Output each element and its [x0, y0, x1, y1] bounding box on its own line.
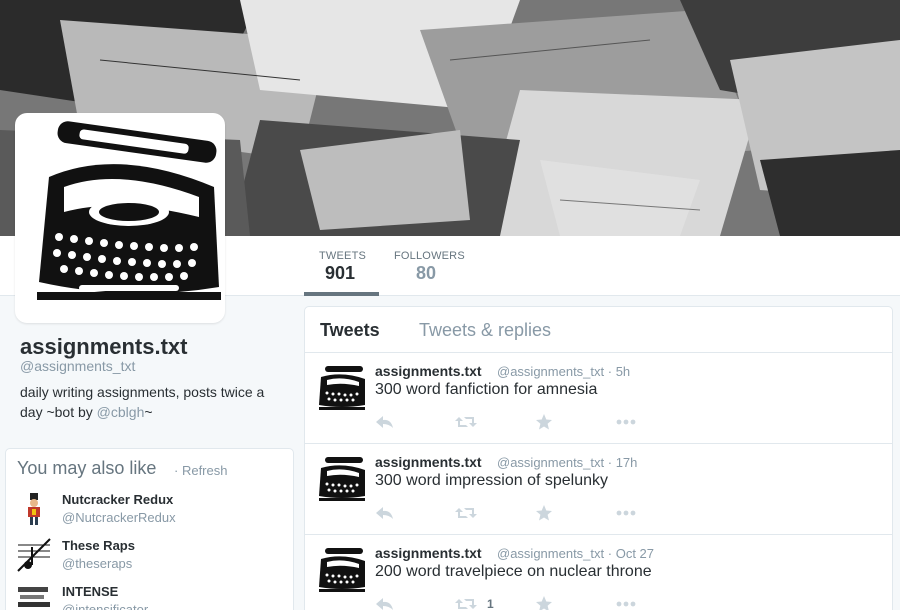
- wtf-account[interactable]: Nutcracker Redux @NutcrackerRedux: [16, 491, 286, 535]
- wtf-account-handle: @theseraps: [62, 556, 133, 571]
- wtf-account-name: These Raps: [62, 538, 135, 553]
- intense-avatar-icon: [16, 583, 52, 610]
- retweet-icon[interactable]: [455, 413, 477, 431]
- reply-icon[interactable]: [375, 413, 397, 431]
- typewriter-avatar-icon: [317, 454, 367, 504]
- tweet-author-handle[interactable]: @assignments_txt · 17h: [497, 455, 637, 470]
- favorite-star-icon[interactable]: [535, 595, 557, 610]
- tweet-author-name[interactable]: assignments.txt: [375, 363, 482, 379]
- tweet-actions: [375, 413, 675, 433]
- profile-avatar[interactable]: [15, 113, 225, 323]
- reply-icon[interactable]: [375, 504, 397, 522]
- retweet-icon[interactable]: [455, 595, 477, 610]
- wtf-account-name: INTENSE: [62, 584, 119, 599]
- tweet-text: 300 word impression of spelunky: [375, 472, 609, 489]
- tweet[interactable]: assignments.txt @assignments_txt · Oct 2…: [305, 535, 892, 610]
- tweet-author-handle[interactable]: @assignments_txt · Oct 27: [497, 546, 654, 561]
- who-to-follow-module: You may also like · Refresh Nutcracker R…: [5, 448, 294, 610]
- wtf-account[interactable]: INTENSE @intensificator: [16, 583, 286, 610]
- nav-followers[interactable]: FOLLOWERS 80: [394, 236, 474, 296]
- wtf-title: You may also like: [17, 458, 157, 478]
- tweets-label: TWEETS: [319, 250, 367, 262]
- profile-handle[interactable]: @assignments_txt: [20, 358, 135, 374]
- bio-end: ~: [144, 404, 153, 420]
- followers-count: 80: [416, 263, 437, 283]
- wtf-account-handle: @NutcrackerRedux: [62, 510, 176, 525]
- tweet-actions: [375, 504, 675, 524]
- tweet-timestamp[interactable]: 5h: [616, 364, 630, 379]
- timeline: Tweets Tweets & replies assignments.txt …: [304, 306, 893, 610]
- tab-tweets[interactable]: Tweets: [320, 320, 380, 341]
- wtf-refresh-link[interactable]: · Refresh: [174, 463, 227, 478]
- tweets-count: 901: [325, 263, 356, 283]
- typewriter-avatar-icon: [317, 363, 367, 413]
- tweet-author-handle[interactable]: @assignments_txt · 5h: [497, 364, 630, 379]
- favorite-star-icon[interactable]: [535, 413, 557, 431]
- tweet-timestamp[interactable]: 17h: [616, 455, 638, 470]
- tweet-author-name[interactable]: assignments.txt: [375, 454, 482, 470]
- tab-tweets-and-replies[interactable]: Tweets & replies: [419, 320, 551, 341]
- music-note-avatar-icon: [16, 537, 52, 573]
- retweet-icon[interactable]: [455, 504, 477, 522]
- tweet-actions: 1: [375, 595, 675, 610]
- typewriter-avatar-icon: [317, 545, 367, 595]
- more-options-icon[interactable]: [615, 595, 637, 610]
- tweet-text: 300 word fanfiction for amnesia: [375, 381, 598, 398]
- nav-tweets[interactable]: TWEETS 901: [304, 236, 379, 296]
- tweet[interactable]: assignments.txt @assignments_txt · 17h 3…: [305, 444, 892, 535]
- tweet-author-name[interactable]: assignments.txt: [375, 545, 482, 561]
- tweet[interactable]: assignments.txt @assignments_txt · 5h 30…: [305, 353, 892, 444]
- timeline-tabs: Tweets Tweets & replies: [305, 307, 892, 353]
- profile-bio: daily writing assignments, posts twice a…: [20, 382, 290, 422]
- retweet-count: 1: [487, 597, 494, 610]
- favorite-star-icon[interactable]: [535, 504, 557, 522]
- bio-mention-link[interactable]: @cblgh: [97, 404, 145, 420]
- tweet-text: 200 word travelpiece on nuclear throne: [375, 563, 652, 580]
- more-options-icon[interactable]: [615, 504, 637, 522]
- more-options-icon[interactable]: [615, 413, 637, 431]
- followers-label: FOLLOWERS: [394, 250, 465, 262]
- reply-icon[interactable]: [375, 595, 397, 610]
- profile-name[interactable]: assignments.txt: [20, 334, 188, 360]
- typewriter-icon: [19, 117, 221, 319]
- wtf-account-name: Nutcracker Redux: [62, 492, 174, 507]
- wtf-account[interactable]: These Raps @theseraps: [16, 537, 286, 581]
- tweet-timestamp[interactable]: Oct 27: [616, 546, 654, 561]
- wtf-account-handle: @intensificator: [62, 602, 149, 610]
- nutcracker-avatar-icon: [16, 491, 52, 527]
